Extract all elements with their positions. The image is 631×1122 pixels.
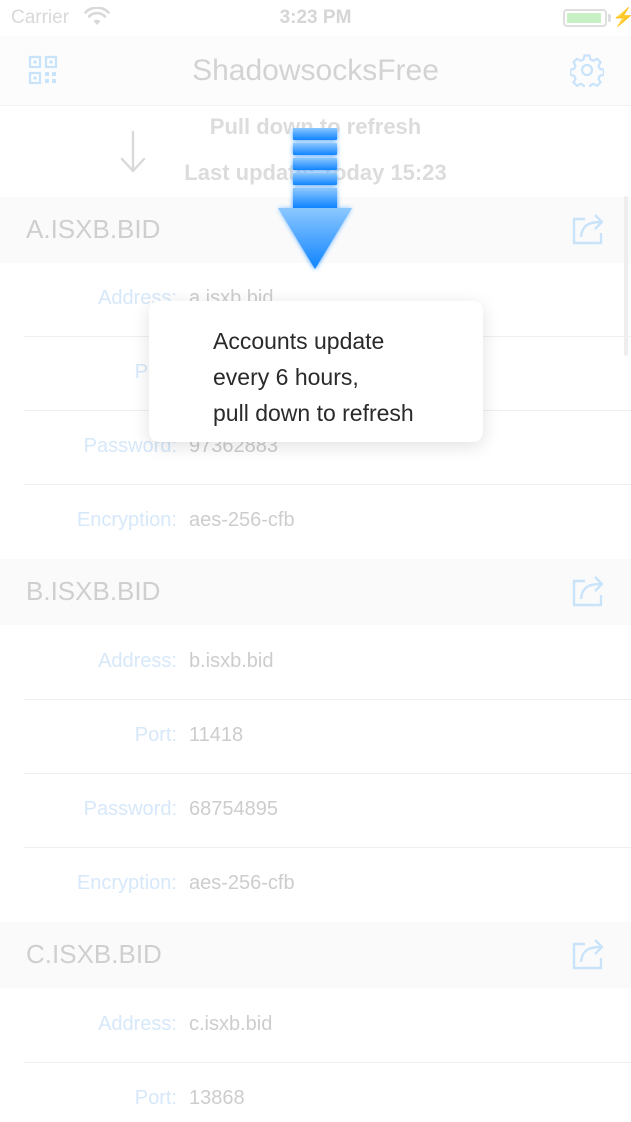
- app-title: ShadowsocksFree: [192, 54, 439, 87]
- battery-tip: [608, 14, 611, 22]
- field-label: Port:: [134, 1087, 177, 1109]
- field-label: Encryption:: [76, 872, 177, 894]
- field-value: 11418: [189, 724, 244, 746]
- clock-time: 3:23 PM: [279, 7, 352, 28]
- server-row-encryption[interactable]: Encryption: aes-256-cfb: [0, 485, 631, 559]
- server-section-header: C.ISXB.BID: [0, 922, 631, 988]
- server-title: B.ISXB.BID: [26, 576, 161, 606]
- server-row-address[interactable]: Address: b.isxb.bid: [0, 626, 631, 700]
- field-label: Address:: [98, 1013, 177, 1035]
- tooltip-message: Accounts update every 6 hours, pull down…: [213, 323, 414, 431]
- refresh-hint-tooltip: Accounts update every 6 hours, pull down…: [149, 301, 483, 442]
- field-label: Address:: [98, 650, 177, 672]
- server-row-port[interactable]: Port: 11418: [0, 700, 631, 774]
- status-bar: Carrier 3:23 PM ⚡: [0, 0, 631, 36]
- field-value: 13868: [189, 1087, 245, 1109]
- share-icon[interactable]: [571, 936, 607, 970]
- scroll-indicator[interactable]: [624, 196, 628, 356]
- battery-icon: [563, 9, 607, 27]
- server-row-address[interactable]: Address: c.isxb.bid: [0, 989, 631, 1063]
- field-value: c.isxb.bid: [189, 1013, 273, 1035]
- field-value: aes-256-cfb: [189, 872, 295, 894]
- share-icon[interactable]: [571, 211, 607, 245]
- server-row-password[interactable]: Password: 68754895: [0, 774, 631, 848]
- field-value: aes-256-cfb: [189, 509, 295, 531]
- field-value: b.isxb.bid: [189, 650, 274, 672]
- server-section-header: B.ISXB.BID: [0, 559, 631, 625]
- gear-icon[interactable]: [570, 53, 604, 87]
- battery-level-fill: [567, 13, 602, 23]
- blue-down-arrow-icon: [278, 128, 352, 269]
- server-row-encryption[interactable]: Encryption: aes-256-cfb: [0, 848, 631, 922]
- share-icon[interactable]: [571, 573, 607, 607]
- server-row-port[interactable]: Port: 13868: [0, 1063, 631, 1122]
- tooltip-line: every 6 hours,: [213, 364, 359, 390]
- field-label: Port:: [134, 724, 177, 746]
- navigation-bar: ShadowsocksFree: [0, 36, 631, 106]
- field-value: 68754895: [189, 798, 278, 820]
- tooltip-line: Accounts update: [213, 328, 385, 354]
- tooltip-line: pull down to refresh: [213, 400, 414, 426]
- charging-bolt-icon: ⚡: [612, 7, 631, 27]
- tooltip-caret: [302, 284, 338, 302]
- server-title: A.ISXB.BID: [26, 214, 161, 244]
- server-title: C.ISXB.BID: [26, 939, 162, 969]
- field-label: Encryption:: [76, 509, 177, 531]
- field-label: Password:: [83, 798, 177, 820]
